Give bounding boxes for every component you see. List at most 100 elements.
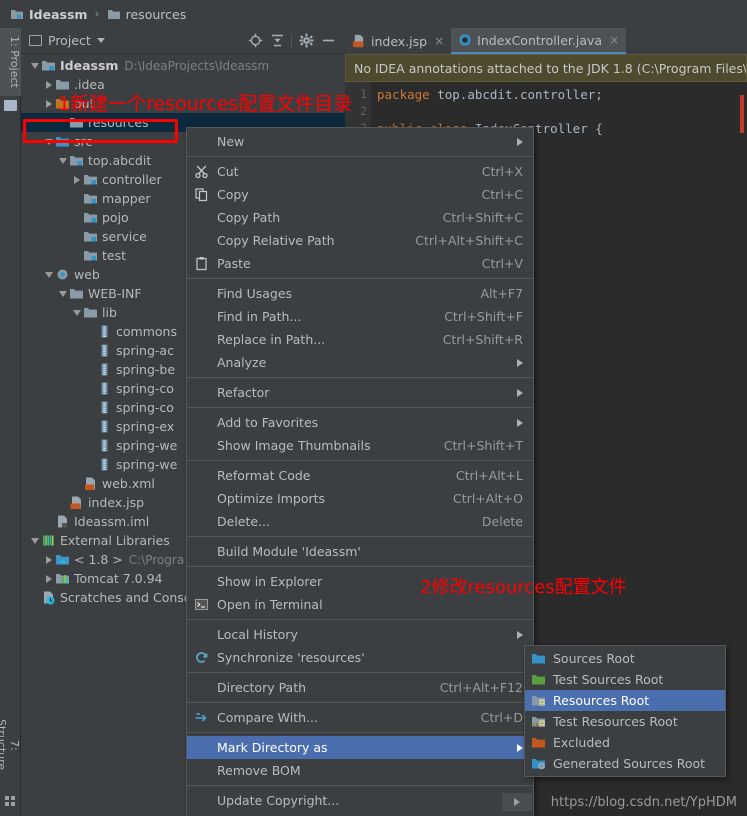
tree-node-label: web — [74, 267, 100, 282]
menu-item-reformat-code[interactable]: Reformat Code Ctrl+Alt+L — [187, 464, 533, 487]
menu-item-delete[interactable]: Delete... Delete — [187, 510, 533, 533]
code-token: top.abcdit.controller; — [437, 87, 603, 102]
submenu-arrow-icon — [517, 743, 523, 752]
menu-item-remove-bom[interactable]: Remove BOM — [187, 759, 533, 782]
menu-item-label: Mark Directory as — [217, 740, 328, 755]
project-view-selector[interactable]: Project — [29, 33, 105, 48]
menu-item-analyze[interactable]: Analyze — [187, 351, 533, 374]
expand-arrow-icon[interactable] — [43, 98, 54, 109]
menu-item-copy[interactable]: Copy Ctrl+C — [187, 183, 533, 206]
tree-arrow-placeholder — [85, 364, 96, 375]
code-line[interactable] — [377, 103, 747, 120]
collapse-arrow-icon[interactable] — [57, 288, 68, 299]
tree-node-label: controller — [102, 172, 162, 187]
sidebar-tab-structure[interactable]: 7: Structure — [0, 708, 21, 782]
submenu-item-test-resources-root[interactable]: Test Resources Root — [525, 711, 725, 732]
menu-item-copy-relative-path[interactable]: Copy Relative Path Ctrl+Alt+Shift+C — [187, 229, 533, 252]
status-expand-button[interactable] — [502, 793, 532, 811]
editor-tab-indexcontroller-java[interactable]: IndexController.java × — [451, 28, 627, 54]
project-toolbar: Project — [21, 28, 345, 54]
jar-icon — [97, 362, 112, 377]
menu-item-shortcut: Ctrl+D — [480, 710, 523, 725]
menu-item-cut[interactable]: Cut Ctrl+X — [187, 160, 533, 183]
code-token: package — [377, 87, 438, 102]
submenu-item-excluded[interactable]: Excluded — [525, 732, 725, 753]
expand-arrow-icon[interactable] — [43, 79, 54, 90]
expand-arrow-icon[interactable] — [71, 174, 82, 185]
tree-node-label: Ideassm — [60, 58, 119, 73]
watermark-url: https://blog.csdn.net/YpHDM — [550, 795, 737, 810]
menu-item-refactor[interactable]: Refactor — [187, 381, 533, 404]
sidebar-tab-project[interactable]: 1: Project — [0, 28, 21, 96]
gear-icon[interactable] — [295, 31, 317, 51]
menu-item-label: Synchronize 'resources' — [217, 650, 365, 665]
menu-item-label: Remove BOM — [217, 763, 301, 778]
scissors-icon — [194, 164, 210, 180]
menu-item-update-copyright[interactable]: Update Copyright... — [187, 789, 533, 812]
tree-node-label: spring-we — [116, 438, 178, 453]
jar-icon — [97, 324, 112, 339]
menu-item-compare-with[interactable]: Compare With... Ctrl+D — [187, 706, 533, 729]
menu-item-local-history[interactable]: Local History — [187, 623, 533, 646]
menu-item-mark-directory-as[interactable]: Mark Directory as — [187, 736, 533, 759]
context-menu[interactable]: New Cut Ctrl+X Copy Ctrl+C Copy Path Ctrl+Shif… — [186, 127, 534, 816]
tree-node-label: spring-we — [116, 457, 178, 472]
package-icon — [83, 248, 98, 263]
mark-directory-as-submenu[interactable]: Sources Root Test Sources Root Resources R… — [524, 645, 726, 777]
editor-tab-strip[interactable]: index.jsp × IndexController.java × — [345, 28, 747, 54]
expand-arrow-icon[interactable] — [43, 554, 54, 565]
menu-item-shortcut: Ctrl+X — [481, 164, 523, 179]
menu-item-label: Local History — [217, 627, 298, 642]
tree-node-path: C:\Progra — [128, 552, 185, 567]
menu-item-label: Update Copyright... — [217, 793, 340, 808]
close-icon[interactable]: × — [609, 33, 619, 47]
menu-item-optimize-imports[interactable]: Optimize Imports Ctrl+Alt+O — [187, 487, 533, 510]
breadcrumb-item-module[interactable]: Ideassm — [10, 7, 87, 22]
menu-item-build-module-ideassm[interactable]: Build Module 'Ideassm' — [187, 540, 533, 563]
tree-node-ideassm[interactable]: Ideassm D:\IdeaProjects\Ideassm — [21, 56, 345, 75]
collapse-all-icon[interactable] — [266, 31, 288, 51]
menu-item-directory-path[interactable]: Directory Path Ctrl+Alt+F12 — [187, 676, 533, 699]
menu-item-new[interactable]: New — [187, 130, 533, 153]
tree-node-label: src — [74, 134, 93, 149]
menu-item-find-usages[interactable]: Find Usages Alt+F7 — [187, 282, 533, 305]
submenu-arrow-icon — [517, 137, 523, 146]
menu-item-label: Directory Path — [217, 680, 307, 695]
close-icon[interactable]: × — [434, 34, 444, 48]
editor-error-stripe[interactable] — [740, 95, 744, 133]
excluded-icon — [531, 735, 547, 750]
expand-arrow-icon[interactable] — [43, 573, 54, 584]
menu-item-replace-in-path[interactable]: Replace in Path... Ctrl+Shift+R — [187, 328, 533, 351]
breadcrumb-item-resources[interactable]: resources — [107, 7, 186, 22]
menu-item-shortcut: Delete — [481, 514, 523, 529]
submenu-item-label: Test Sources Root — [553, 672, 664, 687]
collapse-arrow-icon[interactable] — [71, 307, 82, 318]
package-icon — [83, 172, 98, 187]
menu-item-diagrams[interactable]: Diagrams — [187, 812, 533, 816]
submenu-arrow-icon — [517, 630, 523, 639]
hide-window-icon[interactable] — [317, 31, 339, 51]
collapse-arrow-icon[interactable] — [43, 136, 54, 147]
menu-item-synchronize-resources[interactable]: Synchronize 'resources' — [187, 646, 533, 669]
submenu-item-resources-root[interactable]: Resources Root — [525, 690, 725, 711]
test-resources-root-icon — [531, 714, 547, 729]
menu-item-paste[interactable]: Paste Ctrl+V — [187, 252, 533, 275]
collapse-arrow-icon[interactable] — [57, 155, 68, 166]
menu-item-add-to-favorites[interactable]: Add to Favorites — [187, 411, 533, 434]
menu-item-shortcut: Ctrl+C — [481, 187, 523, 202]
collapse-arrow-icon[interactable] — [29, 60, 40, 71]
menu-item-copy-path[interactable]: Copy Path Ctrl+Shift+C — [187, 206, 533, 229]
annotation-text-2: 2修改resources配置文件 — [420, 577, 627, 598]
chevron-down-icon[interactable] — [96, 38, 105, 43]
code-line[interactable]: package top.abcdit.controller; — [377, 86, 747, 103]
submenu-item-generated-sources-root[interactable]: Generated Sources Root — [525, 753, 725, 774]
locate-icon[interactable] — [244, 31, 266, 51]
menu-item-label: Copy — [217, 187, 249, 202]
submenu-item-sources-root[interactable]: Sources Root — [525, 648, 725, 669]
collapse-arrow-icon[interactable] — [29, 535, 40, 546]
collapse-arrow-icon[interactable] — [43, 269, 54, 280]
menu-item-show-image-thumbnails[interactable]: Show Image Thumbnails Ctrl+Shift+T — [187, 434, 533, 457]
editor-tab-index-jsp[interactable]: index.jsp × — [345, 28, 451, 54]
submenu-item-test-sources-root[interactable]: Test Sources Root — [525, 669, 725, 690]
menu-item-find-in-path[interactable]: Find in Path... Ctrl+Shift+F — [187, 305, 533, 328]
